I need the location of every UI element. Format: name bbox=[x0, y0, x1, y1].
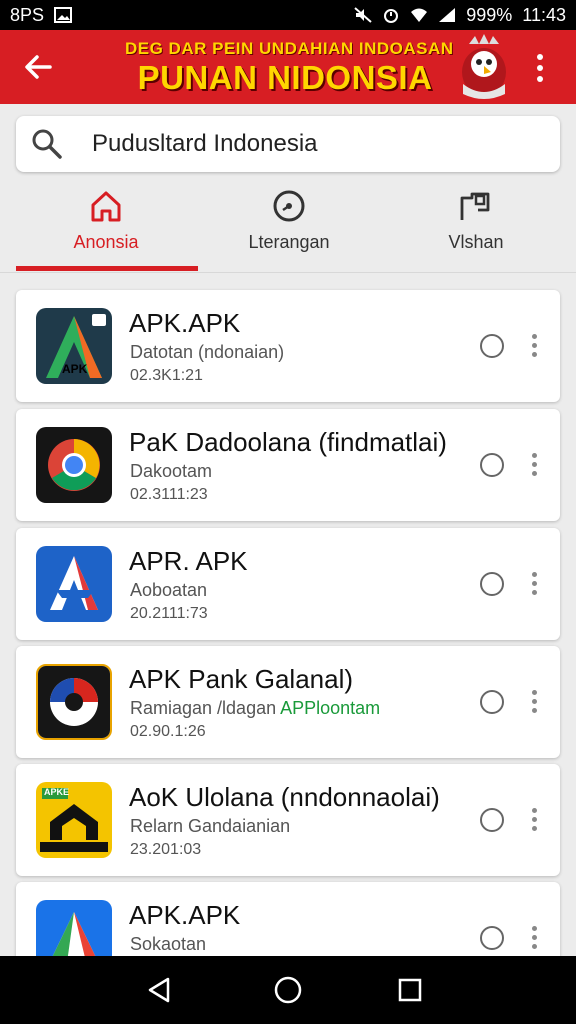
triangle-back-icon bbox=[148, 977, 170, 1003]
divider bbox=[0, 272, 576, 273]
nav-recents-button[interactable] bbox=[388, 968, 432, 1012]
app-date: 20.2111:73 bbox=[130, 605, 208, 622]
wifi-icon bbox=[411, 8, 428, 22]
app-icon: APKE bbox=[36, 782, 112, 858]
app-icon-label: APK bbox=[62, 362, 88, 376]
overflow-menu-button[interactable] bbox=[528, 50, 552, 86]
select-radio[interactable] bbox=[480, 926, 504, 950]
app-subtitle: Dakootam bbox=[130, 461, 213, 481]
back-button[interactable] bbox=[18, 47, 58, 87]
app-title: APK.APK bbox=[129, 900, 241, 930]
list-item[interactable]: APR. APK Aoboatan 20.2111:73 bbox=[16, 528, 560, 640]
tab-label: Vlshan bbox=[448, 232, 504, 252]
select-radio[interactable] bbox=[480, 334, 504, 358]
banner-title: DEG DAR PEIN UNDAHIAN INDOASAN PUNAN NID… bbox=[125, 38, 454, 100]
app-subtitle: Relarn Gandaianian bbox=[130, 816, 291, 836]
circle-home-icon bbox=[274, 976, 302, 1004]
app-subtitle: Sokaotan bbox=[130, 934, 207, 954]
list-item[interactable]: PaK Dadoolana (findmatlai) Dakootam 02.3… bbox=[16, 409, 560, 521]
app-icon-label: APKE bbox=[44, 787, 70, 797]
tab-lterangan[interactable]: Lterangan bbox=[189, 180, 389, 276]
clock-icon bbox=[273, 190, 305, 222]
app-date: 02.3K1:21 bbox=[130, 367, 203, 384]
battery-text: 999% bbox=[466, 4, 513, 25]
item-menu-button[interactable] bbox=[526, 922, 542, 952]
item-menu-button[interactable] bbox=[526, 449, 542, 479]
app-title: APK Pank Galanal) bbox=[129, 664, 354, 694]
app-title: PaK Dadoolana (findmatlai) bbox=[129, 427, 447, 457]
app-date: 23.201:03 bbox=[130, 841, 202, 858]
app-icon: APK bbox=[36, 308, 112, 384]
mute-icon bbox=[354, 7, 372, 23]
tab-anonsia[interactable]: Anonsia bbox=[6, 180, 206, 276]
item-menu-button[interactable] bbox=[526, 686, 542, 716]
active-tab-indicator bbox=[16, 266, 198, 271]
app-subtitle: Aoboatan bbox=[130, 580, 208, 600]
list-item[interactable]: APKE AoK Ulolana (nndonnaolai) Relarn Ga… bbox=[16, 764, 560, 876]
arrow-back-icon bbox=[25, 55, 52, 79]
item-menu-button[interactable] bbox=[526, 568, 542, 598]
app-icon bbox=[36, 546, 112, 622]
search-input[interactable]: Pudusltard Indonesia bbox=[92, 130, 318, 158]
select-radio[interactable] bbox=[480, 572, 504, 596]
status-bar: 8PS 999% 11:43 bbox=[0, 0, 576, 30]
app-icon bbox=[36, 664, 112, 740]
nav-home-button[interactable] bbox=[266, 968, 310, 1012]
status-left-text: 8PS bbox=[10, 4, 45, 25]
app-title: APK.APK bbox=[129, 308, 241, 338]
list-item[interactable]: APK Pank Galanal) Ramiagan /ldagan APPlo… bbox=[16, 646, 560, 758]
clock-text: 11:43 bbox=[522, 4, 566, 25]
signal-icon bbox=[439, 8, 456, 22]
banner-line-2: PUNAN NIDONSIA bbox=[137, 59, 433, 96]
tab-label: Lterangan bbox=[248, 232, 330, 252]
item-menu-button[interactable] bbox=[526, 804, 542, 834]
app-date: 02.90.1:26 bbox=[130, 723, 206, 740]
alarm-icon bbox=[384, 9, 399, 23]
list-item[interactable]: APK APK.APK Datotan (ndonaian) 02.3K1:21 bbox=[16, 290, 560, 402]
tab-label: Anonsia bbox=[73, 232, 139, 252]
tab-bar: Anonsia Lterangan Vlshan bbox=[0, 180, 576, 276]
system-nav-bar bbox=[0, 956, 576, 1024]
square-recents-icon bbox=[398, 978, 422, 1002]
tab-vlshan[interactable]: Vlshan bbox=[376, 180, 576, 276]
select-radio[interactable] bbox=[480, 808, 504, 832]
garuda-mascot-icon bbox=[462, 34, 506, 99]
gallery-icon bbox=[54, 7, 73, 23]
app-subtitle: Ramiagan /ldagan APPloontam bbox=[130, 698, 380, 719]
home-icon bbox=[91, 191, 121, 222]
app-title: AoK Ulolana (nndonnaolai) bbox=[129, 782, 440, 812]
search-icon bbox=[32, 129, 62, 159]
select-radio[interactable] bbox=[480, 453, 504, 477]
app-icon bbox=[36, 427, 112, 503]
app-bar: DEG DAR PEIN UNDAHIAN INDOASAN PUNAN NID… bbox=[0, 30, 576, 104]
banner-line-1: DEG DAR PEIN UNDAHIAN INDOASAN bbox=[125, 39, 454, 58]
item-menu-button[interactable] bbox=[526, 330, 542, 360]
app-subtitle: Datotan (ndonaian) bbox=[130, 342, 285, 362]
select-radio[interactable] bbox=[480, 690, 504, 714]
app-subtitle-accent: APPloontam bbox=[280, 698, 381, 718]
search-bar[interactable]: Pudusltard Indonesia bbox=[16, 116, 560, 172]
app-date: 02.3111:23 bbox=[130, 486, 208, 503]
app-title: APR. APK bbox=[129, 546, 248, 576]
flag-icon bbox=[460, 192, 490, 220]
app-subtitle-text: Ramiagan /ldagan bbox=[130, 698, 277, 718]
nav-back-button[interactable] bbox=[138, 968, 182, 1012]
